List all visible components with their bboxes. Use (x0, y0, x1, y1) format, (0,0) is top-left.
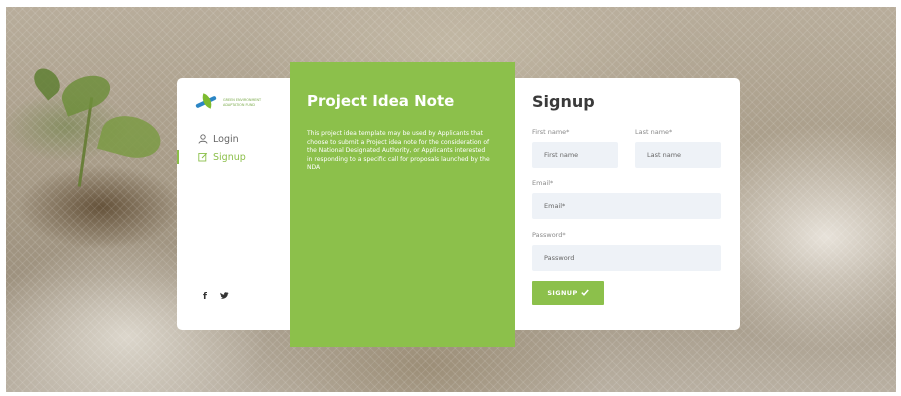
sidebar-item-label: Login (213, 133, 239, 145)
info-panel: Project Idea Note This project idea temp… (290, 62, 515, 347)
logo-line: ADAPTATION FUND (223, 102, 256, 107)
facebook-icon[interactable]: f (203, 292, 207, 303)
twitter-icon[interactable] (220, 292, 229, 303)
first-name-input[interactable] (532, 142, 618, 168)
logo-text: GREEN ENVIRONMENT ADAPTATION FUND (223, 98, 261, 107)
edit-icon (198, 152, 208, 162)
last-name-input[interactable] (635, 142, 721, 168)
sidebar-item-login[interactable]: Login (177, 130, 293, 148)
email-input[interactable] (532, 193, 721, 219)
social-links: f (203, 292, 229, 303)
sidebar-item-label: Signup (213, 151, 246, 163)
logo-icon (195, 92, 219, 112)
sidebar-panel: GREEN ENVIRONMENT ADAPTATION FUND Login … (177, 78, 293, 330)
info-title: Project Idea Note (307, 92, 455, 110)
email-label: Email* (532, 179, 554, 187)
info-description: This project idea template may be used b… (307, 130, 490, 172)
password-label: Password* (532, 231, 566, 239)
sidebar-item-signup[interactable]: Signup (177, 148, 293, 166)
check-icon (580, 289, 589, 298)
signup-button[interactable]: SIGNUP (532, 281, 604, 305)
sidebar-nav: Login Signup (177, 130, 293, 166)
brand-logo[interactable]: GREEN ENVIRONMENT ADAPTATION FUND (195, 92, 261, 112)
first-name-label: First name* (532, 128, 570, 136)
signup-form: Signup First name* Last name* Email* Pas… (515, 78, 740, 330)
last-name-label: Last name* (635, 128, 673, 136)
user-icon (198, 134, 208, 144)
signup-button-label: SIGNUP (547, 289, 578, 297)
form-title: Signup (532, 92, 595, 111)
logo-line: GREEN ENVIRONMENT (223, 97, 262, 102)
password-input[interactable] (532, 245, 721, 271)
